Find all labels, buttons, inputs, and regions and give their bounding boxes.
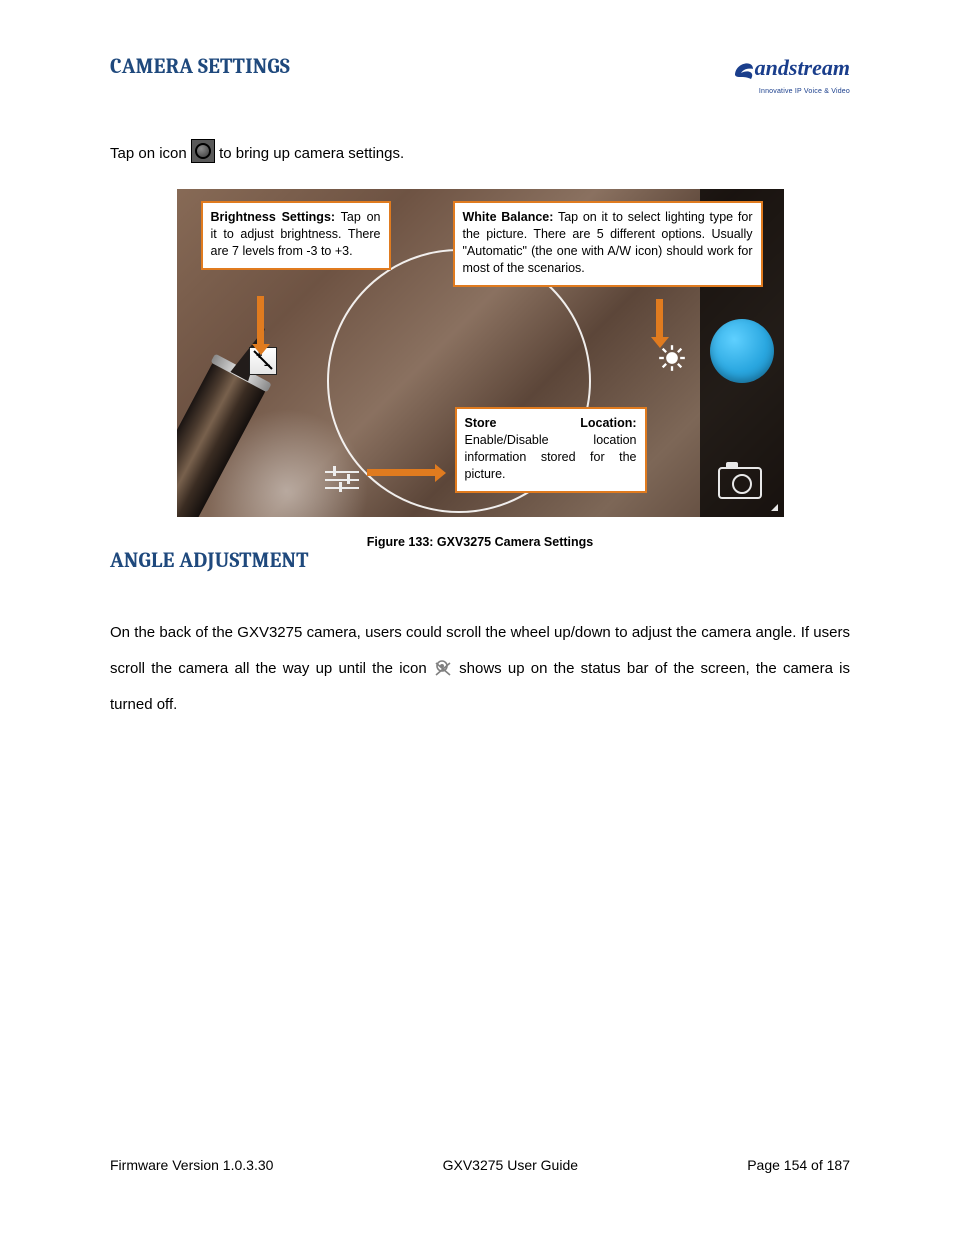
shutter-button[interactable] (710, 319, 774, 383)
resize-grip-icon (771, 504, 778, 511)
white-balance-icon[interactable] (658, 344, 686, 372)
intro-after: to bring up camera settings. (219, 145, 404, 162)
settings-circle-icon (191, 139, 215, 163)
store-location-callout-title: Store Location: (465, 416, 637, 430)
store-location-arrow (367, 469, 437, 476)
angle-paragraph: On the back of the GXV3275 camera, users… (110, 615, 850, 723)
store-location-callout: Store Location: Enable/Disable location … (455, 407, 647, 493)
camera-mode-icon[interactable] (718, 467, 762, 499)
brightness-arrow (257, 296, 264, 346)
figure-caption: Figure 133: GXV3275 Camera Settings (177, 535, 784, 549)
brand-logo: andstream Innovative IP Voice & Video (731, 55, 850, 97)
white-balance-callout-title: White Balance: (463, 210, 554, 224)
footer-doc-title: GXV3275 User Guide (443, 1157, 578, 1173)
svg-text:−: − (264, 360, 270, 372)
intro-text: Tap on icon to bring up camera settings. (110, 139, 850, 164)
settings-sliders-icon[interactable] (325, 467, 359, 493)
camera-settings-figure: + − Brightness Settings: Tap on it to ad… (177, 189, 784, 517)
brightness-callout-title: Brightness Settings: (211, 210, 336, 224)
footer-page-number: Page 154 of 187 (747, 1157, 850, 1173)
brightness-callout: Brightness Settings: Tap on it to adjust… (201, 201, 391, 270)
white-balance-callout: White Balance: Tap on it to select light… (453, 201, 763, 287)
camera-off-icon (433, 659, 453, 677)
store-location-callout-text: Enable/Disable location information stor… (465, 433, 637, 481)
heading-angle-adjustment: ANGLE ADJUSTMENT (110, 549, 850, 573)
page-footer: Firmware Version 1.0.3.30 GXV3275 User G… (110, 1157, 850, 1173)
footer-firmware: Firmware Version 1.0.3.30 (110, 1157, 273, 1173)
white-balance-arrow (656, 299, 663, 339)
intro-before: Tap on icon (110, 145, 191, 162)
brand-tagline: Innovative IP Voice & Video (759, 88, 850, 95)
pen-illustration (177, 301, 311, 517)
